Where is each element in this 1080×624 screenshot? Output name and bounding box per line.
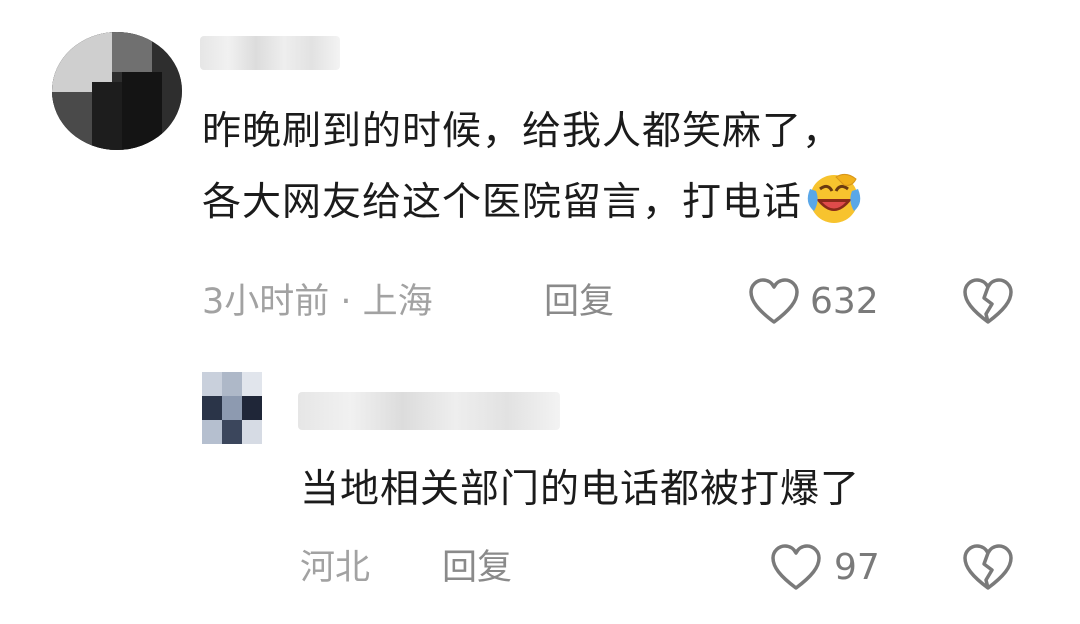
dislike-button[interactable]	[962, 278, 1014, 326]
like-count: 632	[810, 281, 879, 322]
reply-dislike-button[interactable]	[962, 544, 1014, 592]
heart-outline-icon	[748, 278, 800, 326]
comment-location: 上海	[362, 282, 433, 322]
reply-avatar[interactable]	[202, 372, 264, 444]
comment-text-line-2: 各大网友给这个医院留言，打电话	[202, 169, 1062, 241]
comment-time: 3小时前	[202, 282, 330, 322]
heart-outline-icon	[770, 544, 822, 592]
like-button[interactable]	[748, 278, 800, 326]
comment-text-line-2-text: 各大网友给这个医院留言，打电话	[202, 180, 803, 225]
reply-location: 河北	[300, 548, 371, 588]
reply-username-blurred[interactable]	[298, 392, 560, 430]
meta-separator: ·	[340, 282, 352, 322]
broken-heart-icon	[962, 278, 1014, 326]
reply-like-count: 97	[834, 547, 880, 588]
reply-reply-button[interactable]: 回复	[442, 548, 512, 588]
comment-meta: 3小时前 · 上海	[202, 282, 433, 322]
reply-button[interactable]: 回复	[544, 282, 614, 322]
comment-text: 昨晚刷到的时候，给我人都笑麻了， 各大网友给这个医院留言，打电话	[202, 104, 1062, 241]
laughing-crying-face-icon	[802, 169, 866, 241]
avatar[interactable]	[52, 32, 182, 150]
comment-text-line-1: 昨晚刷到的时候，给我人都笑麻了，	[202, 109, 843, 154]
broken-heart-icon	[962, 544, 1014, 592]
username-blurred[interactable]	[200, 36, 340, 70]
reply-like-button[interactable]	[770, 544, 822, 592]
reply-text: 当地相关部门的电话都被打爆了	[300, 467, 861, 512]
